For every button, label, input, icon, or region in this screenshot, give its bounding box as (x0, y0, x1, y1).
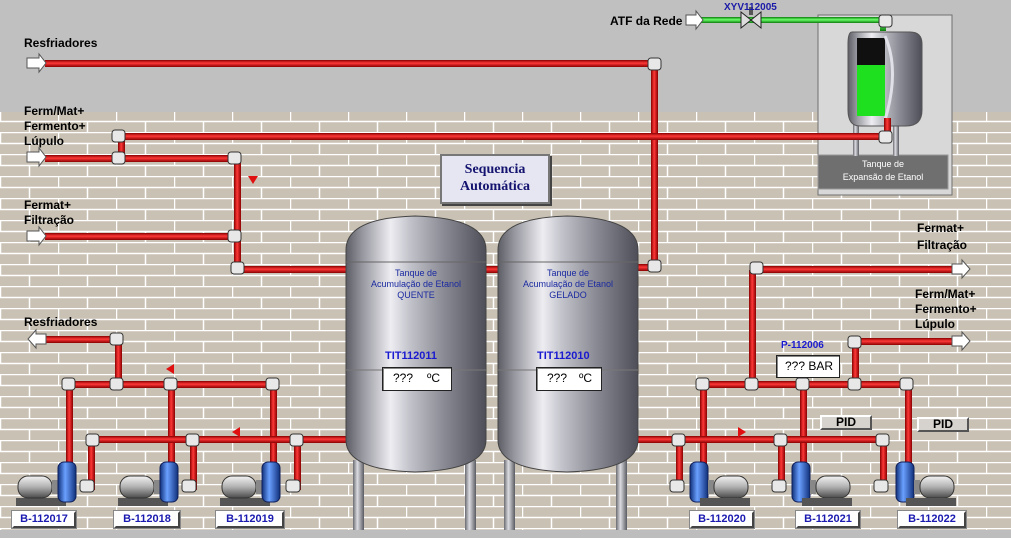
label-ferm-right-1: Ferm/Mat+ (915, 287, 976, 301)
tank-quente-name-3: QUENTE (397, 290, 435, 300)
pressure-tag: P-112006 (781, 340, 824, 351)
expansion-tank-level (857, 65, 885, 116)
label-atf-source: ATF da Rede (610, 14, 683, 28)
label-ferm-left-3: Lúpulo (24, 134, 64, 148)
expansion-tank-label-1: Tanque de (861, 159, 905, 169)
sequence-line-2: Automática (460, 179, 530, 194)
sequence-line-1: Sequencia (464, 162, 526, 177)
label-ferm-left-1: Ferm/Mat+ (24, 104, 85, 118)
tank-quente-temp-value: ??? (393, 371, 414, 385)
pid-button-2[interactable]: PID (917, 417, 969, 432)
tank-gelado-name-1: Tanque de (546, 268, 590, 278)
pump-label-b112017[interactable]: B-112017 (12, 511, 76, 528)
tank-quente-name-1: Tanque de (394, 268, 438, 278)
tank-gelado-name-3: GELADO (549, 290, 587, 300)
tank-quente-name: Tanque de Acumulação de Etanol QUENTE (346, 268, 486, 301)
label-filt-right-1: Fermat+ (917, 221, 965, 235)
pressure-display[interactable]: ??? BAR (776, 355, 840, 378)
valve-tag-xyv112005: XYV112005 (724, 2, 777, 13)
pump-label-b112022[interactable]: B-112022 (898, 511, 966, 528)
pump-label-b112019[interactable]: B-112019 (216, 511, 284, 528)
sequence-automatic-button[interactable]: Sequencia Automática (440, 154, 550, 204)
tank-gelado-temp-display[interactable]: ??? ºC (536, 367, 602, 391)
label-resfriadores-bottom: Resfriadores (24, 315, 98, 329)
expansion-tank-label-2: Expansão de Etanol (842, 172, 924, 182)
tank-quente-temp-display[interactable]: ??? ºC (382, 367, 452, 391)
pressure-value: ??? BAR (785, 359, 834, 373)
tank-gelado-name-2: Acumulação de Etanol (522, 279, 614, 289)
label-ferm-right-2: Fermento+ (915, 302, 977, 316)
pump-label-b112018[interactable]: B-112018 (114, 511, 180, 528)
floor (0, 530, 1011, 538)
tank-quente-tag: TIT112011 (385, 350, 437, 362)
tank-gelado-temp-unit: ºC (579, 371, 593, 385)
tank-gelado-tag: TIT112010 (537, 350, 590, 362)
expansion-tank-label: Tanque de Expansão de Etanol (818, 155, 948, 189)
label-ferm-left-2: Fermento+ (24, 119, 86, 133)
pump-label-b112020[interactable]: B-112020 (690, 511, 754, 528)
label-filt-left-2: Filtração (24, 213, 75, 227)
pump-label-b112021[interactable]: B-112021 (796, 511, 860, 528)
tank-gelado-temp-value: ??? (547, 371, 568, 385)
tank-quente-name-2: Acumulação de Etanol (370, 279, 462, 289)
tank-quente-temp-unit: ºC (427, 371, 441, 385)
label-resfriadores-top: Resfriadores (24, 36, 98, 50)
label-filt-right-2: Filtração (917, 238, 968, 252)
label-ferm-right-3: Lúpulo (915, 317, 955, 331)
pid-button-1[interactable]: PID (820, 415, 872, 430)
label-filt-left-1: Fermat+ (24, 198, 72, 212)
tank-gelado-name: Tanque de Acumulação de Etanol GELADO (498, 268, 638, 301)
